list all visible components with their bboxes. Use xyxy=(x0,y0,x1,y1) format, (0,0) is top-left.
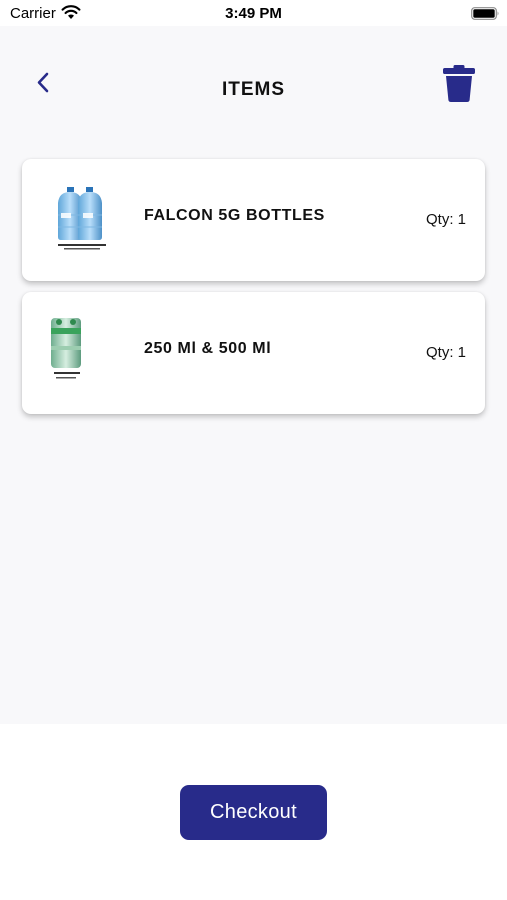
battery-icon xyxy=(471,7,499,20)
water-bottle-product-image xyxy=(58,187,106,250)
cart-item-card[interactable]: FALCON 5G BOTTLES Qty: 1 xyxy=(22,159,485,281)
cart-content: ITEMS FALCON 5G BOTTLES Qty: 1 250 Ml & … xyxy=(0,26,507,724)
item-name: 250 Ml & 500 Ml xyxy=(144,340,272,357)
small-water-bottles-product-image xyxy=(51,318,81,379)
checkout-button[interactable]: Checkout xyxy=(180,785,327,840)
item-quantity: Qty: 1 xyxy=(425,211,466,228)
cart-screen: Carrier 3:49 PM ITEMS FALCON 5G BOTTLES … xyxy=(0,0,507,900)
cart-item-card[interactable]: 250 Ml & 500 Ml Qty: 1 xyxy=(22,292,485,414)
status-bar: Carrier 3:49 PM xyxy=(0,0,507,26)
item-name: FALCON 5G BOTTLES xyxy=(144,207,325,224)
clock: 3:49 PM xyxy=(225,5,282,22)
item-quantity: Qty: 1 xyxy=(425,344,466,361)
trash-icon[interactable] xyxy=(440,63,478,103)
page-title: ITEMS xyxy=(221,79,286,100)
